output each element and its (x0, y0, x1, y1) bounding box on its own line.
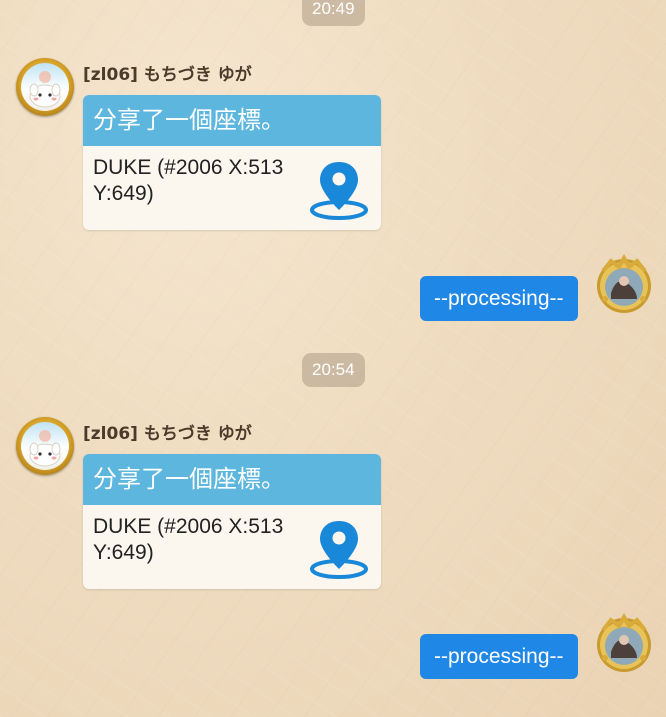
sender-name: [zl06] もちづき ゆが (83, 65, 252, 85)
location-card-text: DUKE (#2006 X:513 Y:649) (93, 514, 303, 566)
timestamp-pill: 20:49 (302, 0, 365, 26)
location-card-body[interactable]: DUKE (#2006 X:513 Y:649) (83, 146, 381, 230)
avatar-cat-icon (29, 430, 61, 467)
avatar[interactable] (16, 58, 74, 116)
avatar[interactable] (16, 417, 74, 475)
avatar-image (21, 422, 69, 470)
location-pin-icon[interactable] (309, 158, 369, 220)
location-line-1: DUKE (#2006 X:513 (93, 515, 284, 538)
location-card[interactable]: 分享了一個座標。 DUKE (#2006 X:513 Y:649) (83, 454, 381, 589)
location-pin-icon[interactable] (309, 517, 369, 579)
location-card-title: 分享了一個座標。 (83, 95, 381, 146)
location-line-2: Y:649) (93, 182, 154, 205)
reply-bubble[interactable]: --processing-- (420, 634, 578, 679)
location-card-title: 分享了一個座標。 (83, 454, 381, 505)
location-card[interactable]: 分享了一個座標。 DUKE (#2006 X:513 Y:649) (83, 95, 381, 230)
avatar-image (21, 63, 69, 111)
reply-bubble[interactable]: --processing-- (420, 276, 578, 321)
avatar[interactable] (593, 612, 655, 676)
location-line-2: Y:649) (93, 541, 154, 564)
location-card-body[interactable]: DUKE (#2006 X:513 Y:649) (83, 505, 381, 589)
location-line-1: DUKE (#2006 X:513 (93, 156, 284, 179)
location-card-text: DUKE (#2006 X:513 Y:649) (93, 155, 303, 207)
timestamp-pill: 20:54 (302, 353, 365, 387)
avatar[interactable] (593, 253, 655, 317)
sender-name: [zl06] もちづき ゆが (83, 424, 252, 444)
chat-area[interactable]: 20:49 [zl06] もちづき ゆが 分享了一個座標。 DUKE (#200… (0, 0, 666, 717)
avatar-cat-icon (29, 71, 61, 108)
